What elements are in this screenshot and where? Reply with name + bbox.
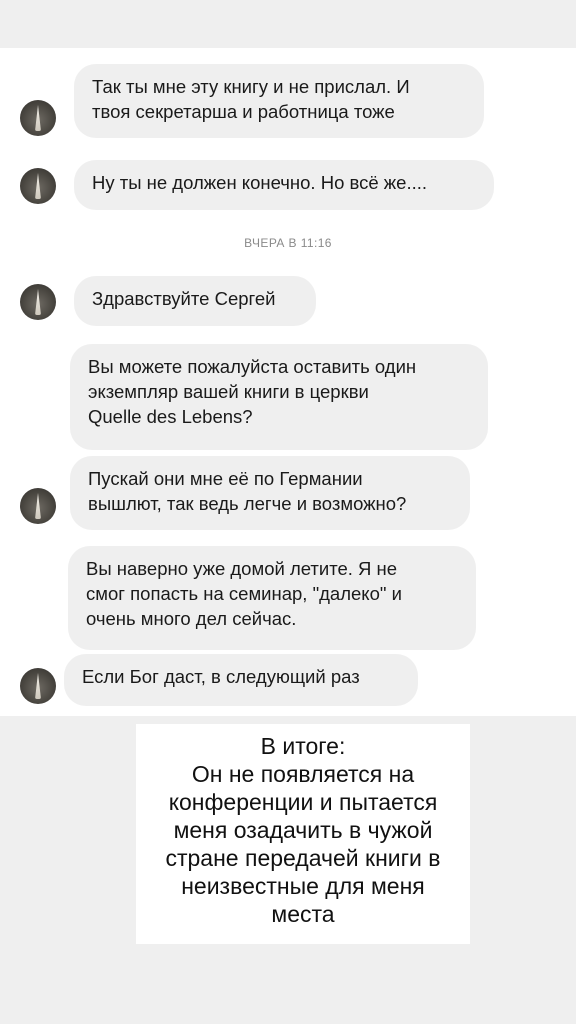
message-line: Ну ты не должен конечно. Но всё же.... [92, 172, 428, 193]
message-line: твоя секретарша и работница тоже [92, 101, 395, 122]
tower-icon [35, 173, 41, 199]
message-bubble: Так ты мне эту книгу и не прислал. И тво… [74, 64, 484, 138]
message-line: смог попасть на семинар, "далеко" и [86, 583, 402, 604]
caption-body: Он не появляется на конференции и пытает… [165, 761, 441, 927]
chat-screenshot: Так ты мне эту книгу и не прислал. И тво… [0, 48, 576, 716]
message-line: Здравствуйте Сергей [92, 288, 276, 309]
message-line: Quelle des Lebens? [88, 406, 253, 427]
message-line: Так ты мне эту книгу и не прислал. И [92, 76, 410, 97]
caption-card: В итоге: Он не появляется на конференции… [136, 724, 470, 944]
message-line: Если Бог даст, в следующий раз [82, 666, 360, 687]
message-line: Вы наверно уже домой летите. Я не [86, 558, 398, 579]
message-line: Вы можете пожалуйста оставить один [88, 356, 417, 377]
message-bubble: Если Бог даст, в следующий раз [64, 654, 418, 706]
message-bubble: Вы можете пожалуйста оставить один экзем… [70, 344, 488, 450]
contact-avatar[interactable] [20, 488, 56, 524]
message-bubble: Здравствуйте Сергей [74, 276, 316, 326]
message-line: вышлют, так ведь легче и возможно? [88, 493, 407, 514]
timestamp-divider: ВЧЕРА В 11:16 [244, 236, 332, 250]
contact-avatar[interactable] [20, 284, 56, 320]
message-bubble: Вы наверно уже домой летите. Я не смог п… [68, 546, 476, 650]
caption-title: В итоге: [260, 733, 346, 759]
tower-icon [35, 673, 41, 699]
tower-icon [35, 289, 41, 315]
message-line: экземпляр вашей книги в церкви [88, 381, 369, 402]
message-bubble: Пускай они мне её по Германии вышлют, та… [70, 456, 470, 530]
contact-avatar[interactable] [20, 100, 56, 136]
tower-icon [35, 105, 41, 131]
message-line: Пускай они мне её по Германии [88, 468, 363, 489]
contact-avatar[interactable] [20, 168, 56, 204]
message-bubble: Ну ты не должен конечно. Но всё же.... [74, 160, 494, 210]
message-line: очень много дел сейчас. [86, 608, 297, 629]
contact-avatar[interactable] [20, 668, 56, 704]
tower-icon [35, 493, 41, 519]
